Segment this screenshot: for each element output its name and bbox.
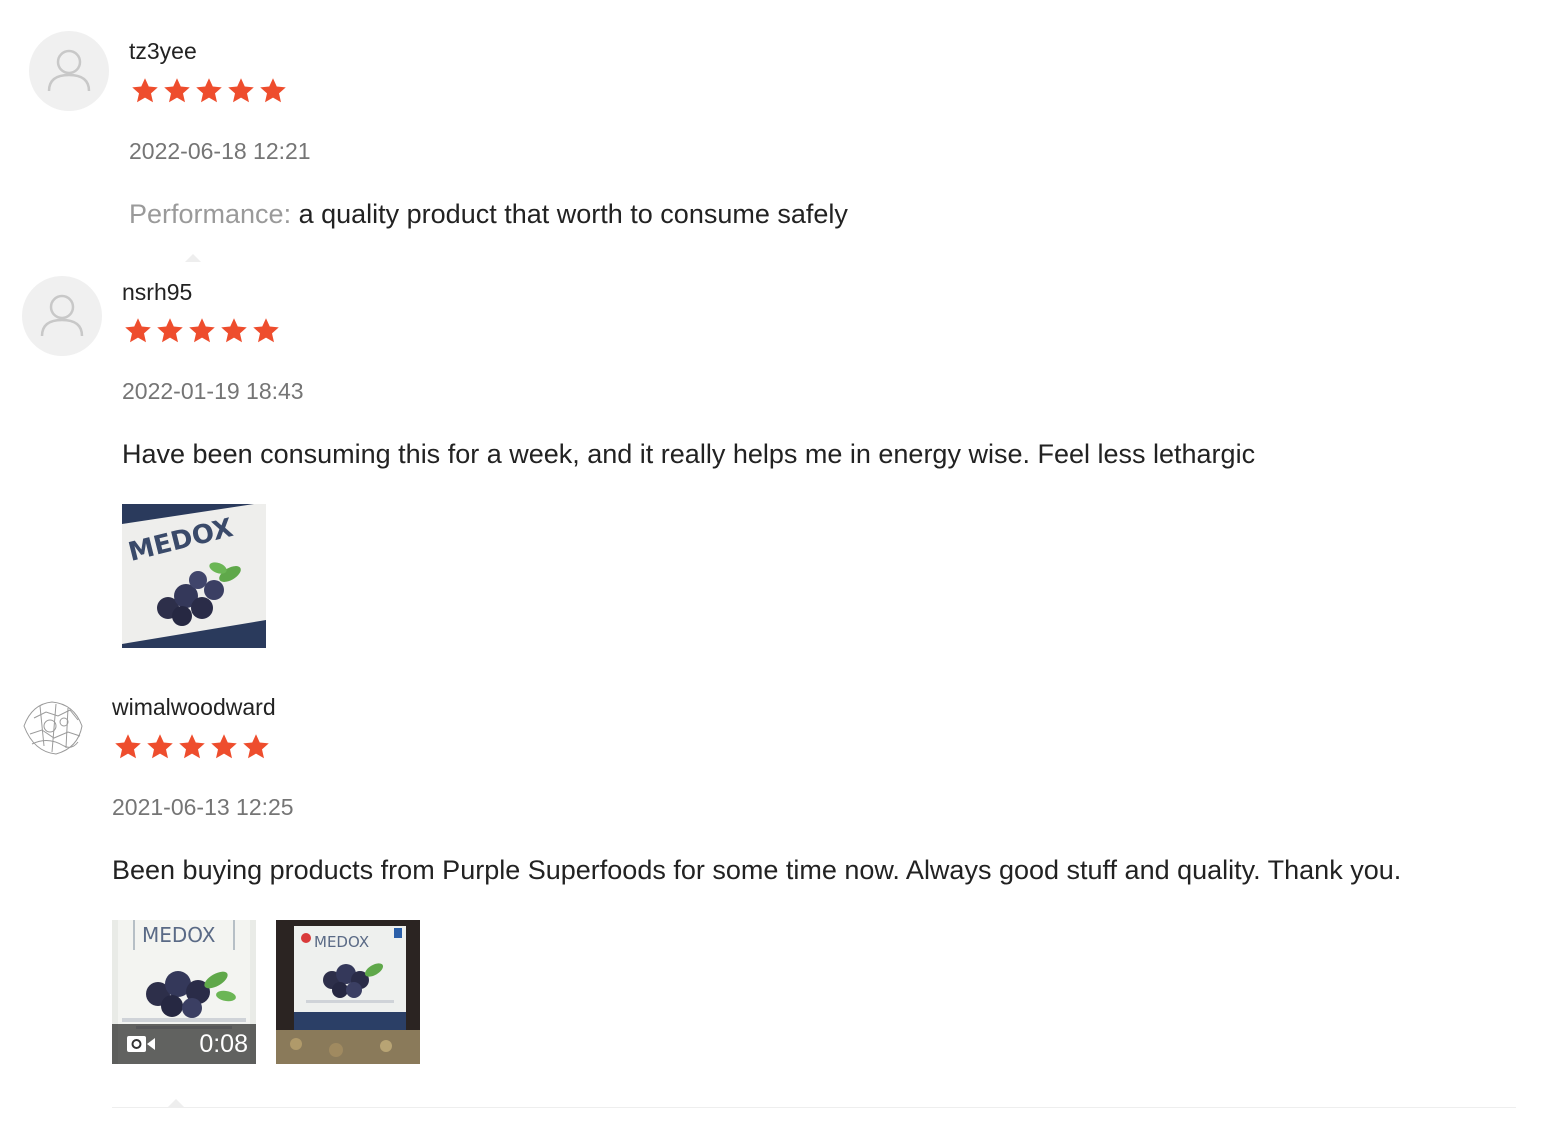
username[interactable]: tz3yee	[129, 38, 197, 65]
star-icon	[196, 78, 222, 103]
review-date: 2021-06-13 12:25	[112, 794, 294, 820]
review-media: MEDOX	[122, 504, 266, 648]
star-icon	[189, 318, 215, 343]
review-photo[interactable]: MEDOX	[276, 920, 420, 1064]
product-photo-image: MEDOX	[122, 504, 266, 648]
default-user-icon	[40, 294, 84, 337]
video-brand-text: MEDOX	[142, 923, 216, 947]
sketch-avatar	[23, 701, 83, 755]
username[interactable]: nsrh95	[122, 279, 192, 306]
username[interactable]: wimalwoodward	[112, 694, 276, 721]
star-icon	[115, 734, 141, 759]
review-media: MEDOX 0:08 MEDOX	[112, 920, 420, 1064]
star-icon	[253, 318, 279, 343]
star-icon	[132, 78, 158, 103]
star-icon	[157, 318, 183, 343]
review-text: Have been consuming this for a week, and…	[122, 439, 1256, 469]
review-video[interactable]: MEDOX 0:08	[112, 920, 256, 1064]
review-photo[interactable]: MEDOX	[122, 504, 266, 648]
photo-brand-text: MEDOX	[314, 933, 369, 951]
rating-stars	[122, 316, 282, 346]
review-text: Been buying products from Purple Superfo…	[112, 855, 1402, 885]
review-date: 2022-06-18 12:21	[129, 138, 311, 164]
star-icon	[147, 734, 173, 759]
star-icon	[243, 734, 269, 759]
video-duration: 0:08	[199, 1029, 248, 1058]
user-avatar[interactable]	[12, 686, 92, 766]
user-avatar[interactable]	[29, 31, 109, 111]
review-date: 2022-01-19 18:43	[122, 378, 304, 404]
divider-caret	[185, 254, 201, 262]
default-user-icon	[47, 49, 91, 92]
review-text: Performance: a quality product that wort…	[129, 199, 848, 230]
rating-stars	[112, 732, 272, 762]
rating-stars	[129, 76, 289, 106]
video-overlay: 0:08	[112, 1024, 256, 1064]
attribute-label: Performance:	[129, 199, 292, 229]
star-icon	[179, 734, 205, 759]
user-avatar[interactable]	[22, 276, 102, 356]
product-photo-image: MEDOX	[276, 920, 420, 1064]
review-divider	[112, 1107, 1516, 1108]
star-icon	[164, 78, 190, 103]
video-camera-icon	[127, 1036, 155, 1052]
star-icon	[211, 734, 237, 759]
star-icon	[125, 318, 151, 343]
star-icon	[228, 78, 254, 103]
star-icon	[221, 318, 247, 343]
divider-caret	[168, 1099, 184, 1107]
attribute-value: a quality product that worth to consume …	[298, 199, 848, 229]
star-icon	[260, 78, 286, 103]
